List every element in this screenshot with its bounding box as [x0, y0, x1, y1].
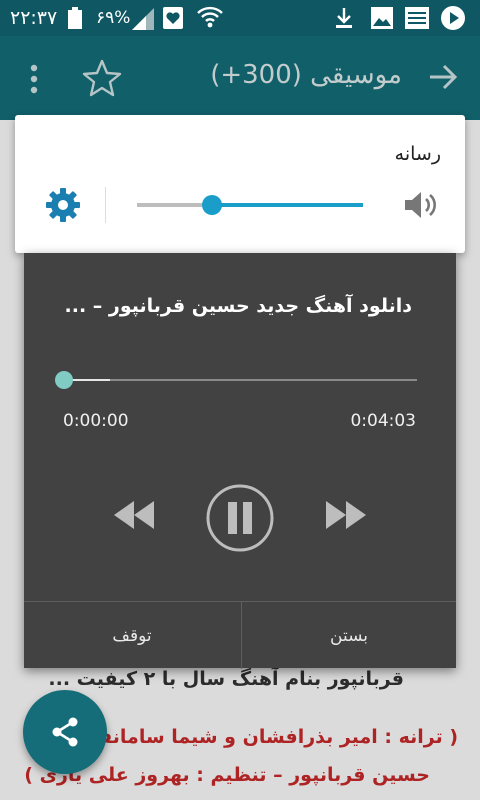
- rewind-icon[interactable]: [114, 501, 154, 533]
- status-bar: ۲۲:۳۷ ۶۹%: [0, 0, 480, 36]
- status-time: ۲۲:۳۷: [10, 7, 58, 29]
- seek-bar[interactable]: [55, 371, 417, 389]
- gear-icon[interactable]: [45, 187, 81, 227]
- news-icon: [404, 6, 430, 34]
- pause-button[interactable]: [204, 482, 276, 558]
- share-button[interactable]: [23, 690, 107, 774]
- volume-panel: رسانه: [15, 115, 465, 253]
- wifi-icon: [196, 3, 224, 35]
- battery-icon: [68, 7, 82, 33]
- divider: [105, 187, 106, 223]
- gallery-icon: [370, 6, 394, 34]
- dialog-button-row: توقف بستن: [24, 601, 456, 669]
- song-title: دانلود آهنگ جدید حسین قربانپور – ...: [64, 295, 412, 317]
- volume-slider[interactable]: [137, 195, 363, 215]
- heart-notification-icon: [162, 6, 184, 34]
- volume-slider-fill: [211, 203, 363, 207]
- media-player-dialog: دانلود آهنگ جدید حسین قربانپور – ... 0:0…: [24, 253, 456, 669]
- speaker-icon: [403, 189, 439, 225]
- download-icon: [332, 6, 356, 34]
- volume-label: رسانه: [394, 143, 441, 165]
- close-button[interactable]: بستن: [241, 602, 456, 669]
- signal-icon: [132, 8, 154, 34]
- stop-button[interactable]: توقف: [24, 602, 240, 669]
- fast-forward-icon[interactable]: [326, 501, 366, 533]
- play-store-icon: [440, 5, 466, 35]
- battery-percent: ۶۹%: [96, 8, 131, 28]
- volume-slider-thumb[interactable]: [201, 195, 222, 215]
- duration: 0:04:03: [350, 411, 416, 431]
- seek-bar-thumb[interactable]: [55, 371, 73, 389]
- share-icon: [52, 717, 78, 747]
- current-time: 0:00:00: [63, 411, 129, 431]
